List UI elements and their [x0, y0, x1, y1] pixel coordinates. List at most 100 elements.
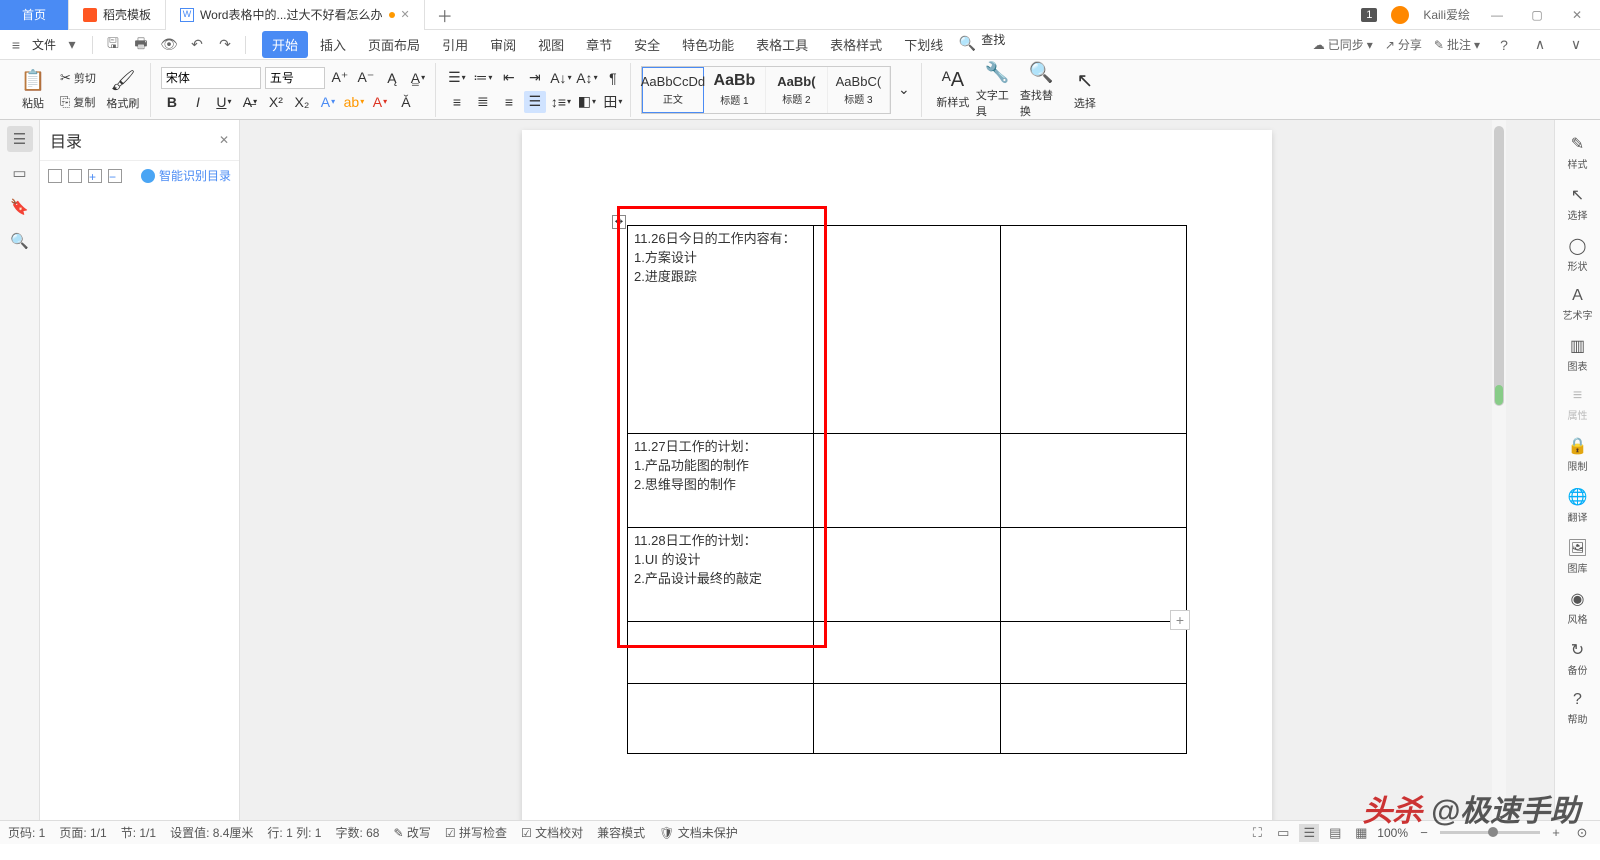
- status-spell[interactable]: ☑ 拼写检查: [445, 824, 507, 841]
- vertical-scrollbar[interactable]: [1492, 120, 1506, 820]
- bold-icon[interactable]: B: [161, 91, 183, 113]
- decrease-indent-icon[interactable]: ⇤: [498, 67, 520, 89]
- menu-table-tools[interactable]: 表格工具: [746, 31, 818, 58]
- rb-help[interactable]: ?帮助: [1558, 687, 1598, 730]
- paste-button[interactable]: 📋粘贴: [12, 65, 54, 115]
- menu-view[interactable]: 视图: [528, 31, 574, 58]
- styles-gallery[interactable]: AaBbCcDd正文 AaBb标题 1 AaBb(标题 2 AaBbC(标题 3: [641, 66, 891, 114]
- status-compat[interactable]: 兼容模式: [597, 824, 645, 841]
- style-normal[interactable]: AaBbCcDd正文: [642, 67, 704, 113]
- view-outline-icon[interactable]: ▦: [1351, 824, 1371, 842]
- new-style-button[interactable]: ᴬA新样式: [932, 65, 974, 115]
- increase-indent-icon[interactable]: ⇥: [524, 67, 546, 89]
- menu-start[interactable]: 开始: [262, 31, 308, 58]
- document-canvas[interactable]: ✥ 11.26日今日的工作内容有： 1.方案设计 2.进度跟踪 11.27日工作…: [240, 120, 1554, 820]
- bullet-list-icon[interactable]: ☰: [446, 67, 468, 89]
- table-cell[interactable]: [1000, 622, 1186, 684]
- highlight-icon[interactable]: ab: [343, 91, 365, 113]
- rb-select[interactable]: ↖选择: [1558, 181, 1598, 226]
- rb-theme[interactable]: ◉风格: [1558, 585, 1598, 630]
- strike-icon[interactable]: A̶: [239, 91, 261, 113]
- rb-wordart[interactable]: A艺术字: [1558, 283, 1598, 326]
- font-color-icon[interactable]: A: [369, 91, 391, 113]
- toc-box-icon[interactable]: [68, 169, 82, 183]
- fit-icon[interactable]: ⊙: [1572, 824, 1592, 842]
- number-list-icon[interactable]: ≔: [472, 67, 494, 89]
- chevron-down-icon[interactable]: ▾: [60, 33, 84, 57]
- close-icon[interactable]: ✕: [401, 8, 410, 21]
- table-cell[interactable]: [1000, 528, 1186, 622]
- font-size-select[interactable]: [265, 67, 325, 89]
- preview-icon[interactable]: 👁: [157, 33, 181, 57]
- toc-box-icon[interactable]: [48, 169, 62, 183]
- hamburger-icon[interactable]: ≡: [4, 33, 28, 57]
- menu-insert[interactable]: 插入: [310, 31, 356, 58]
- underline-icon[interactable]: U: [213, 91, 235, 113]
- status-protect[interactable]: 🛡 文档未保护: [659, 824, 738, 841]
- rb-limit[interactable]: 🔒限制: [1558, 432, 1598, 477]
- style-h3[interactable]: AaBbC(标题 3: [828, 67, 890, 113]
- menu-special[interactable]: 特色功能: [672, 31, 744, 58]
- status-page-of[interactable]: 页面: 1/1: [59, 824, 106, 841]
- select-button[interactable]: ↖选择: [1064, 65, 1106, 115]
- status-proof[interactable]: ☑ 文档校对: [521, 824, 583, 841]
- superscript-icon[interactable]: X²: [265, 91, 287, 113]
- table-cell[interactable]: [814, 226, 1000, 434]
- tab-template[interactable]: 稻壳模板: [69, 0, 166, 30]
- status-words[interactable]: 字数: 68: [335, 824, 379, 841]
- expand-gallery-icon[interactable]: ⌄: [893, 79, 915, 101]
- zoom-slider[interactable]: [1440, 831, 1540, 834]
- phonetic-icon[interactable]: Ǎ: [395, 91, 417, 113]
- menu-layout[interactable]: 页面布局: [358, 31, 430, 58]
- sort-icon[interactable]: A↕: [576, 67, 598, 89]
- grow-font-icon[interactable]: A⁺: [329, 67, 351, 89]
- table-cell[interactable]: [814, 622, 1000, 684]
- subscript-icon[interactable]: X₂: [291, 91, 313, 113]
- table-cell[interactable]: [628, 622, 814, 684]
- print-icon[interactable]: 🖶: [129, 33, 153, 57]
- rb-property[interactable]: ≡属性: [1558, 383, 1598, 426]
- border-icon[interactable]: 田: [602, 91, 624, 113]
- menu-reference[interactable]: 引用: [432, 31, 478, 58]
- clear-format-icon[interactable]: Ą: [381, 67, 403, 89]
- table-cell[interactable]: 11.27日工作的计划： 1.产品功能图的制作 2.思维导图的制作: [628, 434, 814, 528]
- font-name-select[interactable]: [161, 67, 261, 89]
- line-spacing-icon[interactable]: ↕≡: [550, 91, 572, 113]
- comment-button[interactable]: ✎ 批注 ▾: [1434, 36, 1480, 53]
- text-direction-icon[interactable]: A↓: [550, 67, 572, 89]
- show-marks-icon[interactable]: ¶: [602, 67, 624, 89]
- menu-underline[interactable]: 下划线: [894, 31, 953, 58]
- menu-section[interactable]: 章节: [576, 31, 622, 58]
- table-move-handle[interactable]: ✥: [612, 215, 626, 229]
- status-page[interactable]: 页码: 1: [8, 824, 45, 841]
- status-setval[interactable]: 设置值: 8.4厘米: [170, 824, 253, 841]
- redo-icon[interactable]: ↷: [213, 33, 237, 57]
- find-replace-button[interactable]: 🔍查找替换: [1020, 65, 1062, 115]
- tab-home[interactable]: 首页: [0, 0, 69, 30]
- copy-button[interactable]: ⎘复制: [56, 91, 100, 113]
- align-right-icon[interactable]: ≡: [498, 91, 520, 113]
- maximize-button[interactable]: ▢: [1524, 8, 1550, 22]
- change-case-icon[interactable]: A͇: [407, 67, 429, 89]
- search-icon[interactable]: 🔍: [955, 31, 979, 55]
- rb-shape[interactable]: ◯形状: [1558, 232, 1598, 277]
- table-cell[interactable]: [628, 684, 814, 754]
- smart-toc-button[interactable]: 智能识别目录: [141, 167, 231, 184]
- page-icon[interactable]: ▭: [7, 160, 33, 186]
- zoom-out-icon[interactable]: −: [1414, 824, 1434, 842]
- add-column-button[interactable]: +: [1170, 610, 1190, 630]
- close-icon[interactable]: ✕: [219, 133, 229, 147]
- style-h1[interactable]: AaBb标题 1: [704, 67, 766, 113]
- align-justify-icon[interactable]: ☰: [524, 91, 546, 113]
- table-cell[interactable]: [1000, 684, 1186, 754]
- outline-icon[interactable]: ☰: [7, 126, 33, 152]
- status-line[interactable]: 行: 1 列: 1: [267, 824, 321, 841]
- format-painter-button[interactable]: 🖌格式刷: [102, 65, 144, 115]
- toc-box-icon[interactable]: +: [88, 169, 102, 183]
- table-cell[interactable]: 11.28日工作的计划： 1.UI 的设计 2.产品设计最终的敲定: [628, 528, 814, 622]
- table-cell[interactable]: [814, 528, 1000, 622]
- menu-security[interactable]: 安全: [624, 31, 670, 58]
- zoom-value[interactable]: 100%: [1377, 826, 1408, 840]
- align-left-icon[interactable]: ≡: [446, 91, 468, 113]
- view-page-icon[interactable]: ▭: [1273, 824, 1293, 842]
